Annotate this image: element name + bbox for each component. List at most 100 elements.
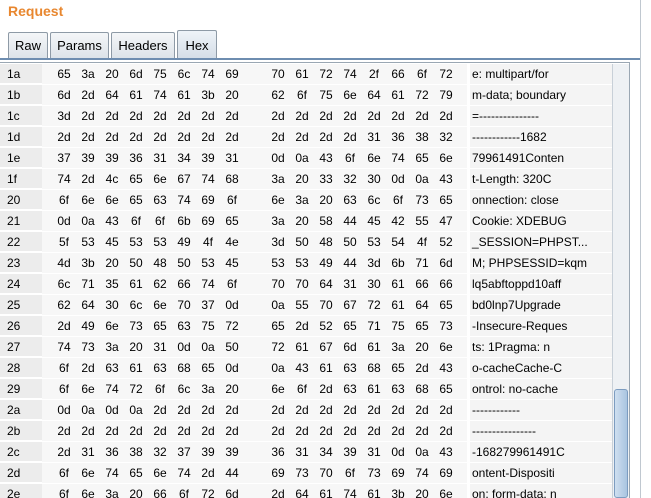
hex-byte-cell[interactable]: 6f: [290, 85, 314, 105]
hex-byte-cell[interactable]: 61: [386, 85, 410, 105]
hex-byte-cell[interactable]: 2d: [220, 400, 244, 420]
hex-byte-cell[interactable]: 79: [434, 85, 458, 105]
hex-byte-cell[interactable]: 2d: [76, 169, 100, 189]
hex-byte-cell[interactable]: 2d: [290, 127, 314, 147]
hex-byte-cell[interactable]: 74: [196, 64, 220, 84]
hex-byte-cell[interactable]: 65: [124, 463, 148, 483]
hex-byte-cell[interactable]: 2d: [314, 379, 338, 399]
hex-row[interactable]: 22 5f 53 45 53 53 49 4f 4e 3d 50 48 50 53 54 4f 52 _SESSI…: [0, 232, 612, 253]
hex-byte-cell[interactable]: 74: [172, 463, 196, 483]
hex-byte-cell[interactable]: 6e: [76, 190, 100, 210]
hex-byte-cell[interactable]: 71: [362, 316, 386, 336]
hex-byte-cell[interactable]: 6f: [52, 379, 76, 399]
hex-byte-cell[interactable]: 2d: [76, 421, 100, 441]
hex-byte-cell[interactable]: 53: [290, 253, 314, 273]
hex-byte-cell[interactable]: 69: [434, 463, 458, 483]
hex-byte-cell[interactable]: 64: [314, 274, 338, 294]
hex-byte-cell[interactable]: 0a: [410, 442, 434, 462]
hex-byte-cell[interactable]: 0a: [266, 358, 290, 378]
hex-byte-cell[interactable]: 2d: [434, 400, 458, 420]
hex-byte-cell[interactable]: 2d: [290, 106, 314, 126]
hex-byte-cell[interactable]: 6e: [76, 463, 100, 483]
hex-byte-cell[interactable]: 50: [172, 253, 196, 273]
hex-byte-cell[interactable]: 0d: [386, 442, 410, 462]
hex-byte-cell[interactable]: 2d: [386, 106, 410, 126]
hex-byte-cell[interactable]: 34: [314, 442, 338, 462]
hex-byte-cell[interactable]: 73: [434, 316, 458, 336]
hex-byte-cell[interactable]: 61: [172, 85, 196, 105]
hex-byte-cell[interactable]: 2d: [386, 421, 410, 441]
ascii-cell[interactable]: _SESSION=PHPST...: [470, 232, 612, 252]
hex-row[interactable]: 1d 2d 2d 2d 2d 2d 2d 2d 2d 2d 2d 2d 2d 31 36 38 32 ------…: [0, 127, 612, 148]
hex-byte-cell[interactable]: 2d: [148, 106, 172, 126]
hex-byte-cell[interactable]: 2d: [52, 127, 76, 147]
hex-row[interactable]: 2b 2d 2d 2d 2d 2d 2d 2d 2d 2d 2d 2d 2d 2d 2d 2d 2d ------…: [0, 421, 612, 442]
hex-byte-cell[interactable]: 2d: [362, 106, 386, 126]
hex-byte-cell[interactable]: 73: [410, 190, 434, 210]
hex-byte-cell[interactable]: 2d: [314, 400, 338, 420]
hex-byte-cell[interactable]: 2d: [196, 106, 220, 126]
hex-byte-cell[interactable]: 75: [196, 316, 220, 336]
hex-byte-cell[interactable]: 72: [362, 295, 386, 315]
hex-byte-cell[interactable]: 45: [220, 253, 244, 273]
hex-byte-cell[interactable]: 2d: [76, 106, 100, 126]
hex-byte-cell[interactable]: 2d: [76, 127, 100, 147]
hex-byte-cell[interactable]: 36: [100, 442, 124, 462]
hex-byte-cell[interactable]: 50: [124, 253, 148, 273]
hex-row[interactable]: 1c 3d 2d 2d 2d 2d 2d 2d 2d 2d 2d 2d 2d 2d 2d 2d 2d =-----…: [0, 106, 612, 127]
ascii-cell[interactable]: bd0lnp7Upgrade: [470, 295, 612, 315]
hex-byte-cell[interactable]: 38: [124, 442, 148, 462]
hex-byte-cell[interactable]: 6f: [338, 463, 362, 483]
hex-byte-cell[interactable]: 71: [410, 253, 434, 273]
hex-byte-cell[interactable]: 45: [100, 232, 124, 252]
hex-byte-cell[interactable]: 2d: [76, 85, 100, 105]
hex-byte-cell[interactable]: 3b: [196, 85, 220, 105]
hex-byte-cell[interactable]: 0a: [124, 400, 148, 420]
hex-byte-cell[interactable]: 66: [148, 484, 172, 498]
hex-byte-cell[interactable]: 2d: [124, 106, 148, 126]
hex-byte-cell[interactable]: 43: [100, 211, 124, 231]
tab-raw[interactable]: Raw: [8, 32, 48, 58]
hex-byte-cell[interactable]: 50: [290, 232, 314, 252]
hex-byte-cell[interactable]: 73: [124, 316, 148, 336]
hex-byte-cell[interactable]: 52: [434, 232, 458, 252]
hex-byte-cell[interactable]: 6f: [338, 148, 362, 168]
hex-byte-cell[interactable]: 6f: [52, 463, 76, 483]
hex-byte-cell[interactable]: 44: [338, 253, 362, 273]
hex-byte-cell[interactable]: 74: [196, 169, 220, 189]
hex-byte-cell[interactable]: 74: [100, 463, 124, 483]
hex-byte-cell[interactable]: 50: [220, 337, 244, 357]
hex-byte-cell[interactable]: 2d: [172, 421, 196, 441]
hex-byte-cell[interactable]: 2d: [410, 421, 434, 441]
hex-byte-cell[interactable]: 48: [148, 253, 172, 273]
hex-byte-cell[interactable]: 66: [386, 64, 410, 84]
hex-byte-cell[interactable]: 65: [124, 169, 148, 189]
hex-byte-cell[interactable]: 2d: [100, 421, 124, 441]
hex-byte-cell[interactable]: 74: [52, 169, 76, 189]
hex-byte-cell[interactable]: 54: [386, 232, 410, 252]
hex-byte-cell[interactable]: 0a: [290, 148, 314, 168]
hex-byte-cell[interactable]: 49: [314, 253, 338, 273]
hex-byte-cell[interactable]: 6e: [148, 295, 172, 315]
hex-byte-cell[interactable]: 6d: [52, 85, 76, 105]
hex-byte-cell[interactable]: 2d: [148, 421, 172, 441]
hex-byte-cell[interactable]: 73: [290, 463, 314, 483]
hex-byte-cell[interactable]: 6e: [148, 463, 172, 483]
hex-byte-cell[interactable]: 2d: [52, 316, 76, 336]
hex-byte-cell[interactable]: 0a: [266, 295, 290, 315]
hex-byte-cell[interactable]: 49: [76, 316, 100, 336]
hex-byte-cell[interactable]: 2d: [386, 400, 410, 420]
hex-byte-cell[interactable]: 31: [290, 442, 314, 462]
hex-byte-cell[interactable]: 64: [76, 295, 100, 315]
hex-byte-cell[interactable]: 2d: [266, 421, 290, 441]
hex-byte-cell[interactable]: 4c: [100, 169, 124, 189]
hex-byte-cell[interactable]: 2d: [52, 421, 76, 441]
hex-byte-cell[interactable]: 6e: [148, 169, 172, 189]
hex-byte-cell[interactable]: 39: [76, 148, 100, 168]
hex-byte-cell[interactable]: 0d: [52, 211, 76, 231]
hex-byte-cell[interactable]: 0d: [100, 400, 124, 420]
hex-byte-cell[interactable]: 2d: [196, 421, 220, 441]
hex-byte-cell[interactable]: 2d: [220, 421, 244, 441]
hex-byte-cell[interactable]: 3d: [52, 106, 76, 126]
hex-byte-cell[interactable]: 68: [410, 379, 434, 399]
